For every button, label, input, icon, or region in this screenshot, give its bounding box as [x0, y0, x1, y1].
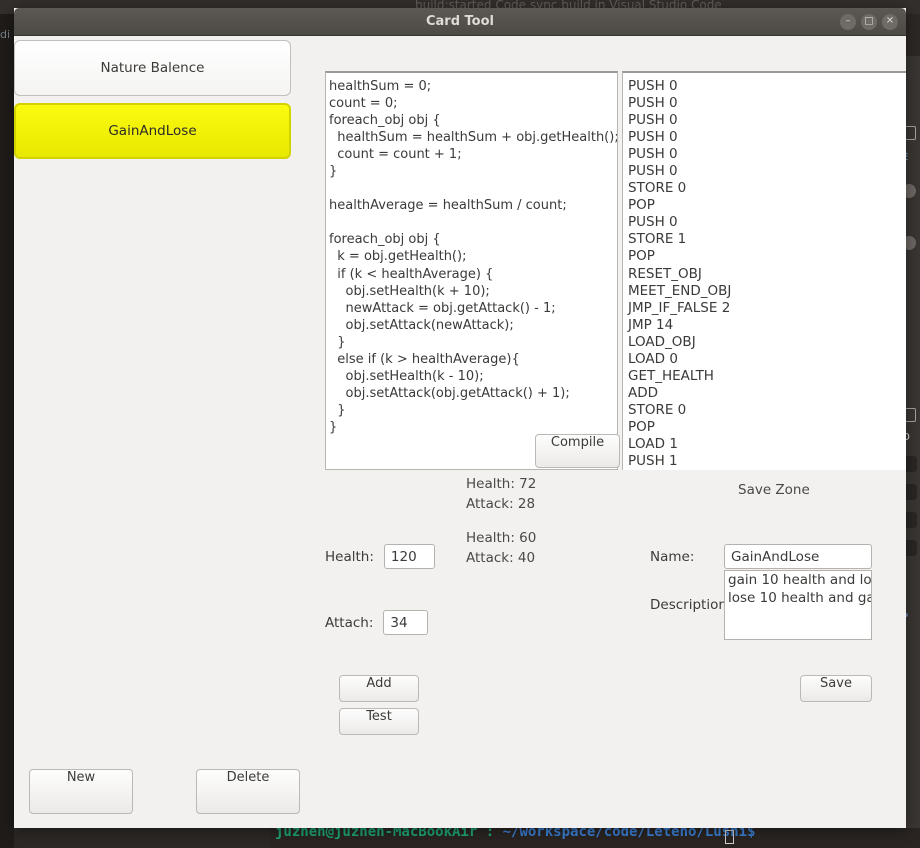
- description-input[interactable]: gain 10 health and lose lose 10 health a…: [724, 570, 872, 640]
- test-result-health: Health: 60: [466, 530, 537, 546]
- save-button[interactable]: Save: [800, 675, 872, 702]
- card-list-item-label: GainAndLose: [108, 123, 197, 139]
- delete-button-label: Delete: [226, 770, 270, 785]
- attach-field-row: Attach:: [325, 610, 429, 635]
- test-button-label: Test: [366, 709, 392, 724]
- save-zone-title: Save Zone: [738, 482, 810, 498]
- description-label: Description:: [650, 597, 732, 613]
- health-field-row: Health:: [325, 544, 435, 569]
- background-terminal: juzhen@juzhen-MacBookAir : ~/workspace/c…: [270, 828, 920, 848]
- test-result-attack: Attack: 40: [466, 550, 536, 566]
- test-result-attack: Attack: 28: [466, 496, 536, 512]
- add-button[interactable]: Add: [339, 675, 419, 702]
- background-left-label: di: [0, 28, 11, 41]
- new-button[interactable]: New: [29, 769, 133, 814]
- window-client-area: Nature Balence GainAndLose healthSum = 0…: [14, 36, 906, 828]
- terminal-user: juzhen@juzhen-MacBookAir: [275, 828, 478, 840]
- name-field-row: Name:: [650, 544, 872, 569]
- bytecode-instruction-list: PUSH 0 PUSH 0 PUSH 0 PUSH 0 PUSH 0 PUSH …: [628, 78, 732, 470]
- attach-label: Attach:: [325, 614, 374, 631]
- description-field-row: Description: gain 10 health and lose los…: [650, 570, 872, 640]
- card-list-item-gainandlose[interactable]: GainAndLose: [14, 103, 291, 159]
- maximize-icon[interactable]: □: [861, 14, 877, 30]
- window-titlebar[interactable]: Card Tool – □ ✕: [14, 8, 906, 36]
- save-button-label: Save: [820, 676, 852, 691]
- test-result-health: Health: 72: [466, 476, 537, 492]
- test-results: Health: 72 Attack: 28 Health: 60 Attack:…: [466, 474, 536, 582]
- terminal-path: ~/workspace/code/Leteno/Lushi$: [502, 828, 756, 840]
- test-result-group-1: Health: 72 Attack: 28: [466, 474, 536, 514]
- test-result-group-2: Health: 60 Attack: 40: [466, 528, 536, 568]
- add-button-label: Add: [366, 676, 392, 691]
- name-label: Name:: [650, 548, 695, 565]
- attach-input[interactable]: [383, 610, 429, 635]
- health-label: Health:: [325, 548, 374, 565]
- name-input[interactable]: [724, 544, 872, 569]
- code-editor-content: healthSum = 0; count = 0; foreach_obj ob…: [329, 79, 618, 435]
- compile-button[interactable]: Compile: [535, 434, 620, 468]
- code-editor[interactable]: healthSum = 0; count = 0; foreach_obj ob…: [325, 71, 618, 470]
- card-list: Nature Balence GainAndLose: [14, 40, 306, 166]
- test-button[interactable]: Test: [339, 708, 419, 735]
- minimize-icon[interactable]: –: [840, 14, 856, 30]
- health-input[interactable]: [383, 544, 435, 569]
- background-left-strip: [0, 14, 14, 848]
- compile-button-label: Compile: [550, 435, 605, 450]
- terminal-separator: :: [477, 828, 503, 840]
- delete-button[interactable]: Delete: [196, 769, 300, 814]
- close-icon[interactable]: ✕: [882, 14, 898, 30]
- terminal-cursor: [725, 830, 734, 844]
- card-list-item-nature-balence[interactable]: Nature Balence: [14, 40, 291, 96]
- new-button-label: New: [66, 770, 96, 785]
- card-tool-window: Card Tool – □ ✕ Nature Balence GainAndLo…: [14, 8, 906, 828]
- card-list-item-label: Nature Balence: [100, 60, 205, 76]
- terminal-prompt: juzhen@juzhen-MacBookAir : ~/workspace/c…: [275, 828, 755, 840]
- window-title: Card Tool: [425, 14, 494, 29]
- window-controls: – □ ✕: [840, 14, 898, 30]
- bytecode-output-panel[interactable]: PUSH 0 PUSH 0 PUSH 0 PUSH 0 PUSH 0 PUSH …: [622, 71, 906, 470]
- desktop-background: build:started Code,sync,build in Visual …: [0, 0, 920, 848]
